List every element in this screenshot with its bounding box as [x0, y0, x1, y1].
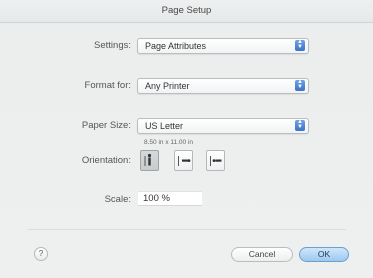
cancel-button[interactable]: Cancel — [231, 247, 293, 262]
portrait-person-icon — [144, 153, 152, 166]
scale-input[interactable]: 100 % — [138, 191, 202, 206]
orientation-landscape-right-button[interactable] — [206, 150, 225, 171]
settings-value: Page Attributes — [145, 41, 207, 51]
ok-button[interactable]: OK — [299, 247, 349, 262]
orientation-label: Orientation: — [81, 155, 131, 166]
settings-label: Settings: — [94, 40, 131, 51]
landscape-left-person-icon — [178, 156, 191, 166]
paper-size-popup[interactable]: US Letter ▲ ▼ — [137, 118, 309, 134]
settings-popup[interactable]: Page Attributes ▲ ▼ — [137, 38, 309, 54]
popup-arrows-icon: ▲ ▼ — [295, 119, 305, 131]
scale-label: Scale: — [104, 194, 131, 205]
paper-size-value: US Letter — [145, 121, 184, 131]
format-for-value: Any Printer — [145, 81, 190, 91]
landscape-right-person-icon — [210, 156, 222, 166]
scale-value: 100 % — [143, 193, 170, 204]
window-title: Page Setup — [0, 0, 373, 23]
format-for-label: Format for: — [84, 80, 131, 91]
divider — [28, 229, 346, 230]
page-setup-dialog: Page Setup Settings: Page Attributes ▲ ▼ … — [0, 0, 373, 278]
orientation-landscape-left-button[interactable] — [174, 150, 193, 171]
help-button[interactable]: ? — [34, 247, 48, 261]
popup-arrows-icon: ▲ ▼ — [295, 39, 305, 51]
paper-dimensions: 8.50 in x 11.00 in — [144, 139, 194, 146]
popup-arrows-icon: ▲ ▼ — [295, 79, 305, 91]
paper-size-label: Paper Size: — [81, 120, 131, 131]
format-for-popup[interactable]: Any Printer ▲ ▼ — [137, 78, 309, 94]
orientation-portrait-button[interactable] — [140, 150, 159, 171]
